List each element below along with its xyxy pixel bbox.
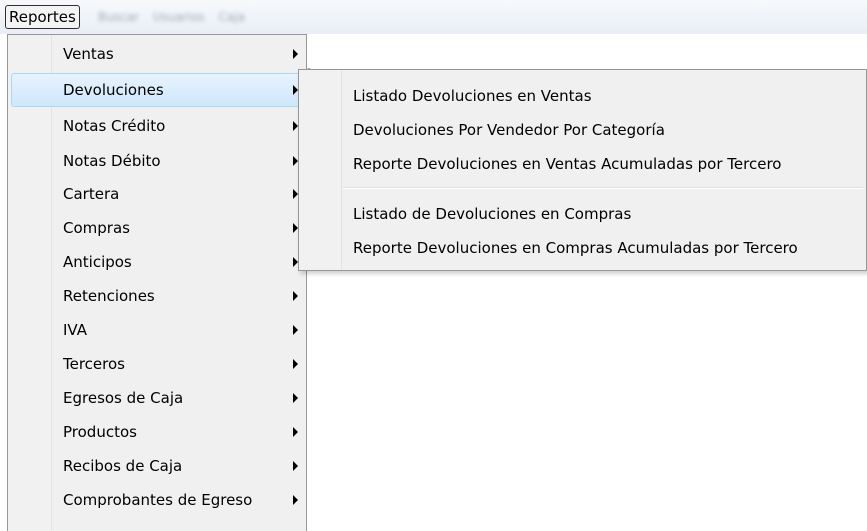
- menu-item-anticipos[interactable]: Anticipos: [11, 245, 303, 279]
- menu-item-comprobantes-de-egreso[interactable]: Comprobantes de Egreso: [11, 483, 303, 517]
- submenu-item-reporte-devoluciones-compras-acumuladas[interactable]: Reporte Devoluciones en Compras Acumulad…: [301, 233, 864, 265]
- menu-item-label: Retenciones: [63, 287, 155, 305]
- submenu-arrow-icon: [293, 393, 298, 403]
- menu-item-egresos-de-caja[interactable]: Egresos de Caja: [11, 381, 303, 415]
- menu-item-label: Notas Débito: [63, 152, 161, 170]
- menu-item-label: Devoluciones: [63, 81, 164, 99]
- menu-item-terceros[interactable]: Terceros: [11, 347, 303, 381]
- menu-item-cartera[interactable]: Cartera: [11, 177, 303, 211]
- submenu-arrow-icon: [293, 495, 298, 505]
- submenu-arrow-icon: [293, 291, 298, 301]
- submenu-separator: [343, 187, 863, 189]
- submenu-item-label: Reporte Devoluciones en Compras Acumulad…: [353, 239, 798, 257]
- menu-item-notas-debito[interactable]: Notas Débito: [11, 144, 303, 178]
- menu-item-label: Ventas: [63, 45, 114, 63]
- menu-item-label: Notas Crédito: [63, 117, 166, 135]
- menu-item-recibos-de-caja[interactable]: Recibos de Caja: [11, 449, 303, 483]
- submenu-arrow-icon: [293, 49, 298, 59]
- menu-caja[interactable]: Caja: [219, 10, 245, 24]
- menu-item-ventas[interactable]: Ventas: [11, 37, 303, 71]
- menu-item-label: Comprobantes de Egreso: [63, 491, 253, 509]
- menu-buscar[interactable]: Buscar: [98, 10, 139, 24]
- submenu-item-listado-devoluciones-ventas[interactable]: Listado Devoluciones en Ventas: [301, 81, 864, 113]
- menu-item-devoluciones[interactable]: Devoluciones: [11, 73, 303, 107]
- menu-reportes[interactable]: Reportes: [5, 5, 80, 29]
- submenu-arrow-icon: [293, 359, 298, 369]
- menu-bar: Reportes Buscar Usuarios Caja: [0, 0, 867, 34]
- menu-item-label: Anticipos: [63, 253, 132, 271]
- menu-item-label: Terceros: [63, 355, 125, 373]
- menu-item-retenciones[interactable]: Retenciones: [11, 279, 303, 313]
- menu-item-label: IVA: [63, 321, 87, 339]
- menu-usuarios[interactable]: Usuarios: [153, 10, 205, 24]
- menu-item-iva[interactable]: IVA: [11, 313, 303, 347]
- menu-item-productos[interactable]: Productos: [11, 415, 303, 449]
- menubar-other-items: Buscar Usuarios Caja: [98, 10, 255, 24]
- submenu-item-devoluciones-por-vendedor[interactable]: Devoluciones Por Vendedor Por Categoría: [301, 115, 864, 147]
- menu-item-label: Compras: [63, 219, 130, 237]
- menu-item-notas-credito[interactable]: Notas Crédito: [11, 109, 303, 143]
- menu-item-label: Egresos de Caja: [63, 389, 184, 407]
- devoluciones-submenu: Listado Devoluciones en Ventas Devolucio…: [298, 69, 867, 271]
- submenu-arrow-icon: [293, 461, 298, 471]
- reportes-dropdown: Ventas Devoluciones Notas Crédito Notas …: [7, 34, 307, 531]
- submenu-arrow-icon: [293, 427, 298, 437]
- submenu-item-label: Listado Devoluciones en Ventas: [353, 87, 592, 105]
- submenu-arrow-icon: [293, 325, 298, 335]
- menu-item-label: Cartera: [63, 185, 120, 203]
- menu-item-label: Recibos de Caja: [63, 457, 183, 475]
- menu-item-compras[interactable]: Compras: [11, 211, 303, 245]
- submenu-item-listado-devoluciones-compras[interactable]: Listado de Devoluciones en Compras: [301, 199, 864, 231]
- submenu-item-label: Reporte Devoluciones en Ventas Acumulada…: [353, 155, 782, 173]
- submenu-item-label: Devoluciones Por Vendedor Por Categoría: [353, 121, 665, 139]
- submenu-item-label: Listado de Devoluciones en Compras: [353, 205, 632, 223]
- submenu-item-reporte-devoluciones-ventas-acumuladas[interactable]: Reporte Devoluciones en Ventas Acumulada…: [301, 149, 864, 181]
- menu-item-label: Productos: [63, 423, 137, 441]
